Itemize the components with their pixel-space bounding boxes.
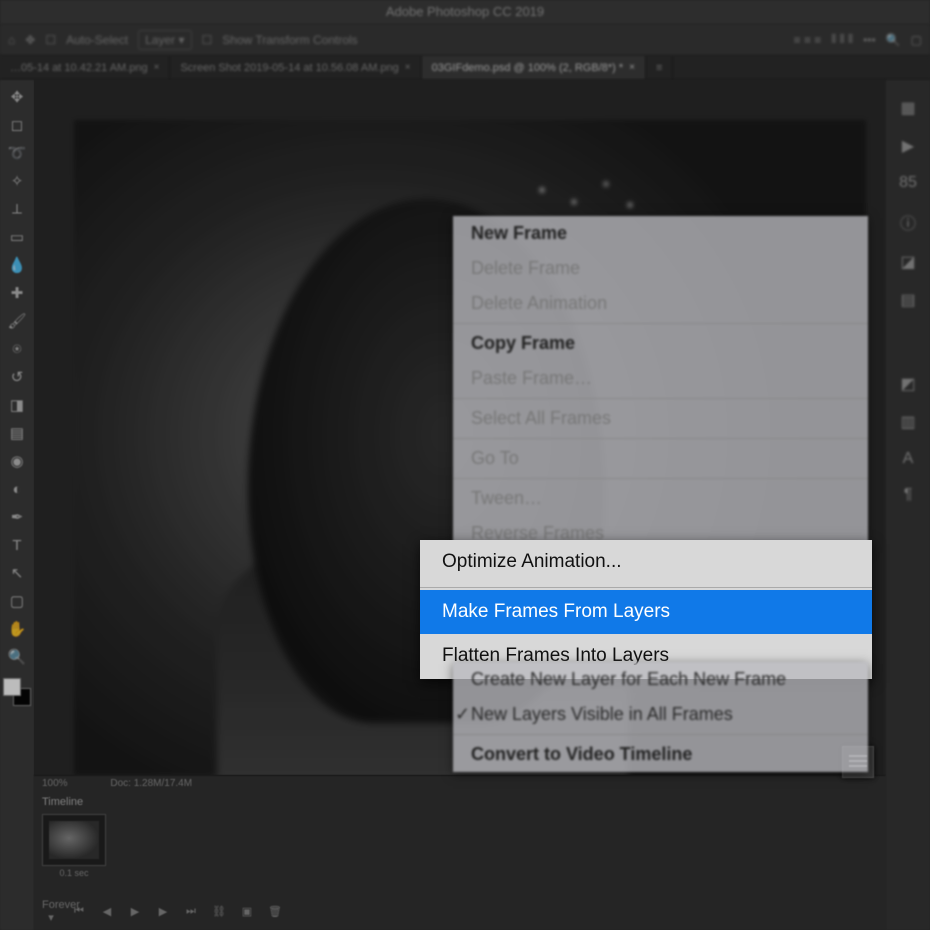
auto-select-checkbox[interactable]: ☐ <box>45 33 56 47</box>
timeline-label: Timeline <box>34 794 886 810</box>
first-frame-button[interactable]: ⏮ <box>70 905 88 918</box>
prev-frame-button[interactable]: ◀ <box>98 905 116 918</box>
close-tab-icon[interactable]: × <box>405 62 411 73</box>
timeline-context-menu-upper: New FrameDelete FrameDelete Animation Cop… <box>453 216 868 551</box>
next-frame-button[interactable]: ▶ <box>154 905 172 918</box>
char-panel-icon[interactable]: ¶ <box>904 486 913 504</box>
show-transform-checkbox[interactable]: ☐ <box>202 33 213 47</box>
menu-make-frames-from-layers[interactable]: Make Frames From Layers <box>420 590 872 635</box>
menu-divider <box>453 734 868 735</box>
timeline-zoom-label: 100% <box>42 778 68 789</box>
move-tool-icon[interactable]: ✥ <box>25 33 35 47</box>
shape-tool[interactable]: ▢ <box>4 588 30 614</box>
options-bar: ⌂ ✥ ☐ Auto-Select Layer ▾ ☐ Show Transfo… <box>0 24 930 56</box>
tab-overflow-button[interactable]: ≡ <box>646 56 673 79</box>
align-icons[interactable]: ≡ ≡ ≡ <box>794 33 822 47</box>
timeline-context-menu-lower: Create New Layer for Each New FrameNew L… <box>453 662 868 772</box>
info-panel-icon[interactable]: ⓘ <box>900 210 916 234</box>
layer-dropdown[interactable]: Layer ▾ <box>138 30 191 50</box>
distribute-icons[interactable]: ⫴ ⫴ ⫴ <box>831 32 853 47</box>
gradient-tool[interactable]: ▤ <box>4 420 30 446</box>
menu-new-layers-visible-in-all-frames[interactable]: New Layers Visible in All Frames <box>453 697 868 732</box>
text-panel-icon[interactable]: A <box>903 450 914 468</box>
play-button[interactable]: ▶ <box>126 905 144 918</box>
blur-tool[interactable]: ◉ <box>4 448 30 474</box>
close-tab-icon[interactable]: × <box>154 62 160 73</box>
timeline-panel: 100% Doc: 1.28M/17.4M Timeline 0.1 sec F… <box>34 775 886 930</box>
auto-select-label: Auto-Select <box>66 33 128 47</box>
tools-panel: ✥◻➰✧⟂▭💧✚🖌⍟↺◨▤◉◐✒T↖▢✋🔍 <box>0 80 34 930</box>
frames-row: 0.1 sec <box>34 810 886 882</box>
menu-delete-animation: Delete Animation <box>453 286 868 321</box>
search-icon[interactable]: 🔍 <box>886 33 901 47</box>
history-panel-icon[interactable]: 85 <box>899 174 917 192</box>
menu-convert-to-video-timeline[interactable]: Convert to Video Timeline <box>453 737 868 772</box>
wand-tool[interactable]: ✧ <box>4 168 30 194</box>
history-tool[interactable]: ↺ <box>4 364 30 390</box>
path-tool[interactable]: ↖ <box>4 560 30 586</box>
move-tool[interactable]: ✥ <box>4 84 30 110</box>
menu-divider <box>453 398 868 399</box>
color-panel-icon[interactable]: ◪ <box>900 252 915 272</box>
menu-optimize-animation[interactable]: Optimize Animation... <box>420 540 872 585</box>
close-tab-icon[interactable]: × <box>629 62 635 73</box>
document-tab-0[interactable]: …05-14 at 10.42.21 AM.png× <box>0 56 170 79</box>
document-tab-1[interactable]: Screen Shot 2019-05-14 at 10.56.08 AM.pn… <box>170 56 421 79</box>
frame-delay[interactable]: 0.1 sec <box>42 868 106 878</box>
frame-thumb-1[interactable]: 0.1 sec <box>42 814 106 878</box>
timeline-controls: Forever ▾ ⏮ ◀ ▶ ▶ ⏭ ⛓ ▣ 🗑 <box>42 899 284 924</box>
menu-new-frame[interactable]: New Frame <box>453 216 868 251</box>
zoom-tool[interactable]: 🔍 <box>4 644 30 670</box>
delete-frame-button[interactable]: 🗑 <box>266 905 284 918</box>
home-icon[interactable]: ⌂ <box>8 33 15 47</box>
crop-tool[interactable]: ⟂ <box>4 196 30 222</box>
frame-tool[interactable]: ▭ <box>4 224 30 250</box>
adjust-panel-icon[interactable]: ◩ <box>900 374 915 394</box>
menu-divider <box>453 323 868 324</box>
color-swatch[interactable] <box>3 678 31 706</box>
menu-tween: Tween… <box>453 481 868 516</box>
timeline-context-menu: Optimize Animation... Make Frames From L… <box>420 540 872 679</box>
menu-copy-frame[interactable]: Copy Frame <box>453 326 868 361</box>
document-tab-2[interactable]: 03GIFdemo.psd @ 100% (2, RGB/8*) *× <box>422 56 646 79</box>
heal-tool[interactable]: ✚ <box>4 280 30 306</box>
new-frame-button[interactable]: ▣ <box>238 905 256 918</box>
menu-paste-frame: Paste Frame… <box>453 361 868 396</box>
timeline-doc-info: Doc: 1.28M/17.4M <box>110 778 192 789</box>
layers-panel-icon[interactable]: ▥ <box>900 412 915 432</box>
tween-button[interactable]: ⛓ <box>210 905 228 918</box>
lasso-tool[interactable]: ➰ <box>4 140 30 166</box>
workspace-icon[interactable]: ▢ <box>911 33 922 47</box>
titlebar: Adobe Photoshop CC 2019 <box>0 0 930 24</box>
menu-create-new-layer-for-each-new-frame[interactable]: Create New Layer for Each New Frame <box>453 662 868 697</box>
menu-divider <box>453 438 868 439</box>
app-window: Adobe Photoshop CC 2019 ⌂ ✥ ☐ Auto-Selec… <box>0 0 930 930</box>
menu-go-to: Go To <box>453 441 868 476</box>
type-tool[interactable]: T <box>4 532 30 558</box>
play-panel-icon[interactable]: ▶ <box>902 136 914 156</box>
loop-dropdown[interactable]: Forever ▾ <box>42 899 60 924</box>
stamp-tool[interactable]: ⍟ <box>4 336 30 362</box>
show-transform-label: Show Transform Controls <box>222 33 357 47</box>
menu-select-all-frames: Select All Frames <box>453 401 868 436</box>
arrange-panel-icon[interactable]: ▦ <box>900 98 915 118</box>
menu-delete-frame: Delete Frame <box>453 251 868 286</box>
dodge-tool[interactable]: ◐ <box>4 476 30 502</box>
more-icon[interactable]: ••• <box>863 33 876 47</box>
swatches-panel-icon[interactable]: ▤ <box>900 290 915 310</box>
hand-tool[interactable]: ✋ <box>4 616 30 642</box>
marquee-tool[interactable]: ◻ <box>4 112 30 138</box>
last-frame-button[interactable]: ⏭ <box>182 905 200 918</box>
menu-divider <box>420 587 872 588</box>
document-tabs: …05-14 at 10.42.21 AM.png×Screen Shot 20… <box>0 56 930 80</box>
eyedrop-tool[interactable]: 💧 <box>4 252 30 278</box>
pen-tool[interactable]: ✒ <box>4 504 30 530</box>
brush-tool[interactable]: 🖌 <box>4 308 30 334</box>
eraser-tool[interactable]: ◨ <box>4 392 30 418</box>
collapsed-panels: ▦ ▶ 85 ⓘ ◪ ▤ ◩ ▥ A ¶ <box>886 80 930 930</box>
menu-divider <box>453 478 868 479</box>
